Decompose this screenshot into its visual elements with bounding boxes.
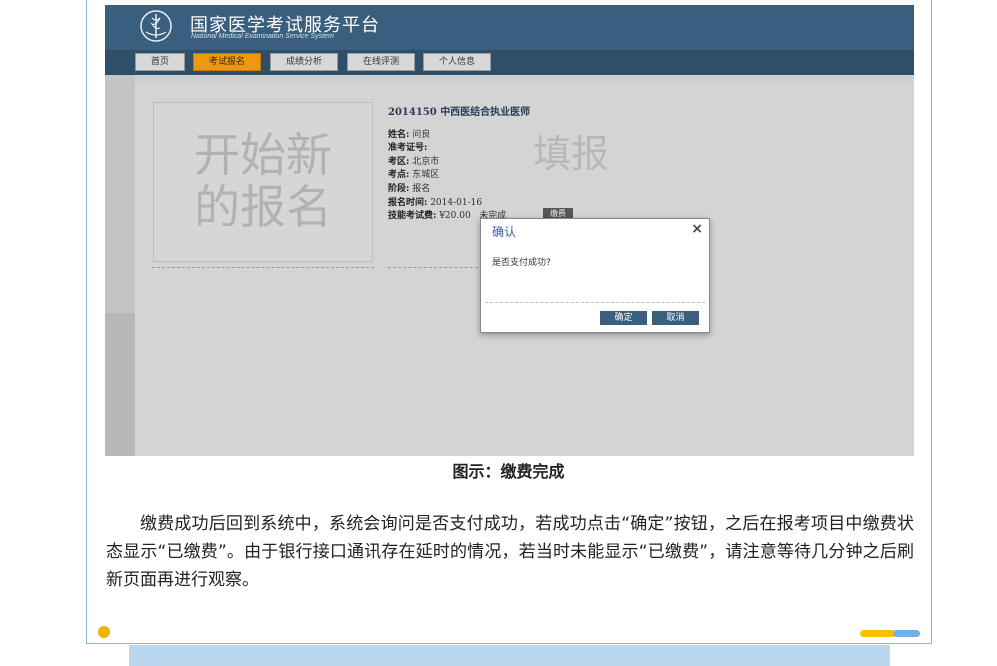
- nav-home[interactable]: 首页: [135, 53, 185, 71]
- info-region: 考区: 北京市: [388, 157, 440, 167]
- dialog-message: 是否支付成功?: [492, 258, 551, 268]
- dialog-title: 确认: [492, 225, 517, 239]
- decorative-bar-blue: [893, 630, 920, 637]
- close-icon[interactable]: ×: [691, 221, 703, 237]
- site-header: 国家医学考试服务平台 National Medical Examination …: [105, 5, 914, 50]
- info-stage: 阶段: 报名: [388, 184, 431, 194]
- info-site: 考点: 东城区: [388, 170, 440, 180]
- nav-online-assessment[interactable]: 在线评测: [347, 53, 415, 71]
- confirm-dialog: 确认 × 是否支付成功? 确定 取消: [480, 218, 710, 333]
- left-strip-lower: [105, 313, 135, 456]
- figure-caption: 图示：缴费完成: [452, 462, 565, 481]
- nav-exam-registration[interactable]: 考试报名: [193, 53, 261, 71]
- medical-emblem-icon: [140, 10, 172, 42]
- dialog-divider: [485, 302, 705, 303]
- left-strip: [105, 75, 135, 313]
- main-nav: 首页 考试报名 成绩分析 在线评测 个人信息: [105, 50, 914, 75]
- nav-personal-info[interactable]: 个人信息: [423, 53, 491, 71]
- info-ticket: 准考证号:: [388, 143, 428, 153]
- decorative-bar-yellow: [860, 630, 896, 637]
- screenshot-figure: 国家医学考试服务平台 National Medical Examination …: [105, 5, 914, 456]
- bottom-band: [129, 645, 890, 666]
- new-registration-text: 开始新 的报名: [194, 128, 332, 234]
- decorative-dot: [98, 626, 110, 638]
- instruction-paragraph: 缴费成功后回到系统中，系统会询问是否支付成功，若成功点击“确定”按钮，之后在报考…: [106, 514, 914, 590]
- cancel-button[interactable]: 取消: [652, 311, 699, 325]
- info-reg-time: 报名时间: 2014-01-16: [388, 198, 483, 208]
- divider: [388, 267, 483, 268]
- new-registration-box[interactable]: 开始新 的报名: [153, 102, 373, 262]
- ok-button[interactable]: 确定: [600, 311, 647, 325]
- divider: [152, 267, 374, 268]
- fill-in-link[interactable]: 填报: [533, 123, 609, 178]
- site-subtitle: National Medical Examination Service Sys…: [191, 33, 334, 40]
- exam-title: 2014150 中西医结合执业医师: [388, 107, 531, 118]
- nav-score-analysis[interactable]: 成绩分析: [270, 53, 338, 71]
- info-name: 姓名: 问良: [388, 130, 431, 140]
